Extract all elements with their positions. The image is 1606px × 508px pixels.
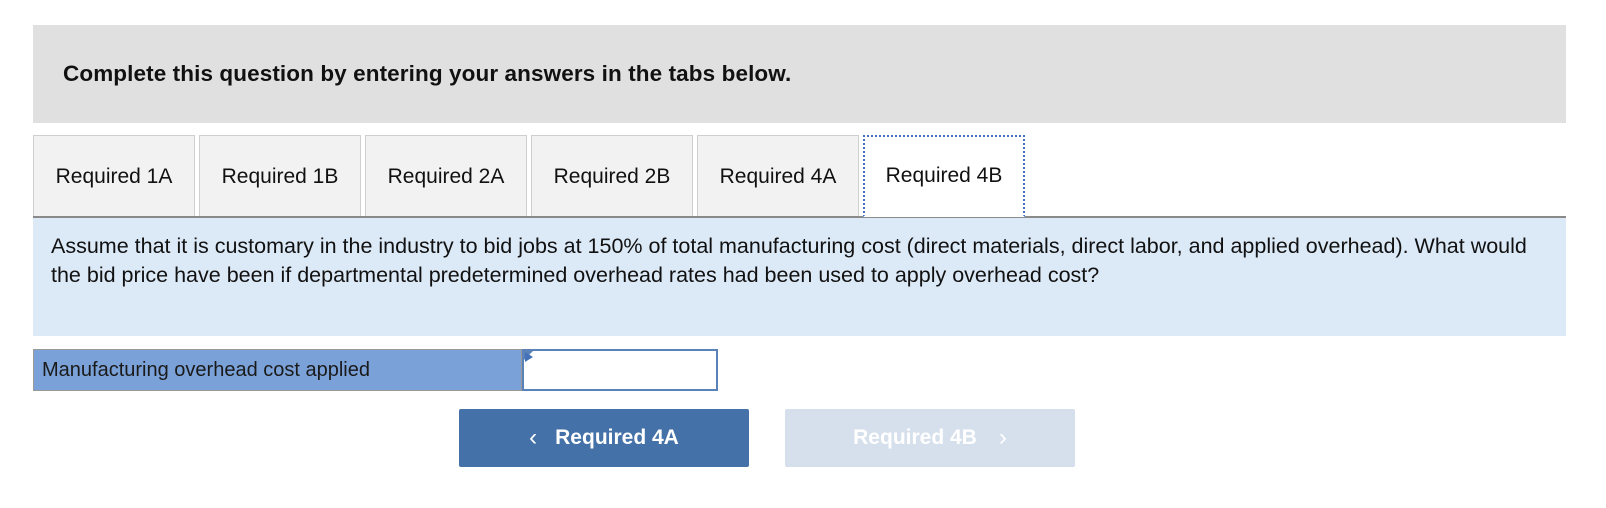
tab-label: Required 1B <box>221 164 339 188</box>
tab-required-2b[interactable]: Required 2B <box>531 135 693 217</box>
tab-required-4b[interactable]: Required 4B <box>863 135 1025 217</box>
question-text-panel: Assume that it is customary in the indus… <box>33 218 1566 336</box>
question-text: Assume that it is customary in the indus… <box>51 234 1527 287</box>
tab-navigation: ‹ Required 4A Required 4B › <box>459 409 1075 467</box>
tab-label: Required 4B <box>885 164 1003 187</box>
tab-label: Required 2B <box>553 164 671 188</box>
prev-button-label: Required 4A <box>555 426 679 449</box>
next-required-4b-button[interactable]: Required 4B › <box>785 409 1075 467</box>
requirement-tabs: Required 1A Required 1B Required 2A Requ… <box>33 135 1566 217</box>
tab-label: Required 1A <box>55 164 173 188</box>
chevron-right-icon: › <box>998 424 1007 451</box>
tab-required-1b[interactable]: Required 1B <box>199 135 361 217</box>
tab-required-2a[interactable]: Required 2A <box>365 135 527 217</box>
chevron-left-icon: ‹ <box>529 424 538 451</box>
manufacturing-overhead-cost-input[interactable] <box>524 351 716 389</box>
tab-required-1a[interactable]: Required 1A <box>33 135 195 217</box>
question-panel-page: Complete this question by entering your … <box>0 0 1606 508</box>
prev-required-4a-button[interactable]: ‹ Required 4A <box>459 409 749 467</box>
page-title: Complete this question by entering your … <box>63 61 792 86</box>
answer-row: Manufacturing overhead cost applied <box>33 349 718 391</box>
answer-row-label: Manufacturing overhead cost applied <box>33 349 522 391</box>
tab-required-4a[interactable]: Required 4A <box>697 135 859 217</box>
tab-label: Required 4A <box>719 164 837 188</box>
instruction-banner: Complete this question by entering your … <box>33 25 1566 123</box>
tab-label: Required 2A <box>387 164 505 188</box>
answer-input-container[interactable] <box>522 349 718 391</box>
cell-pointer-icon <box>525 352 533 362</box>
next-button-label: Required 4B <box>853 426 977 449</box>
